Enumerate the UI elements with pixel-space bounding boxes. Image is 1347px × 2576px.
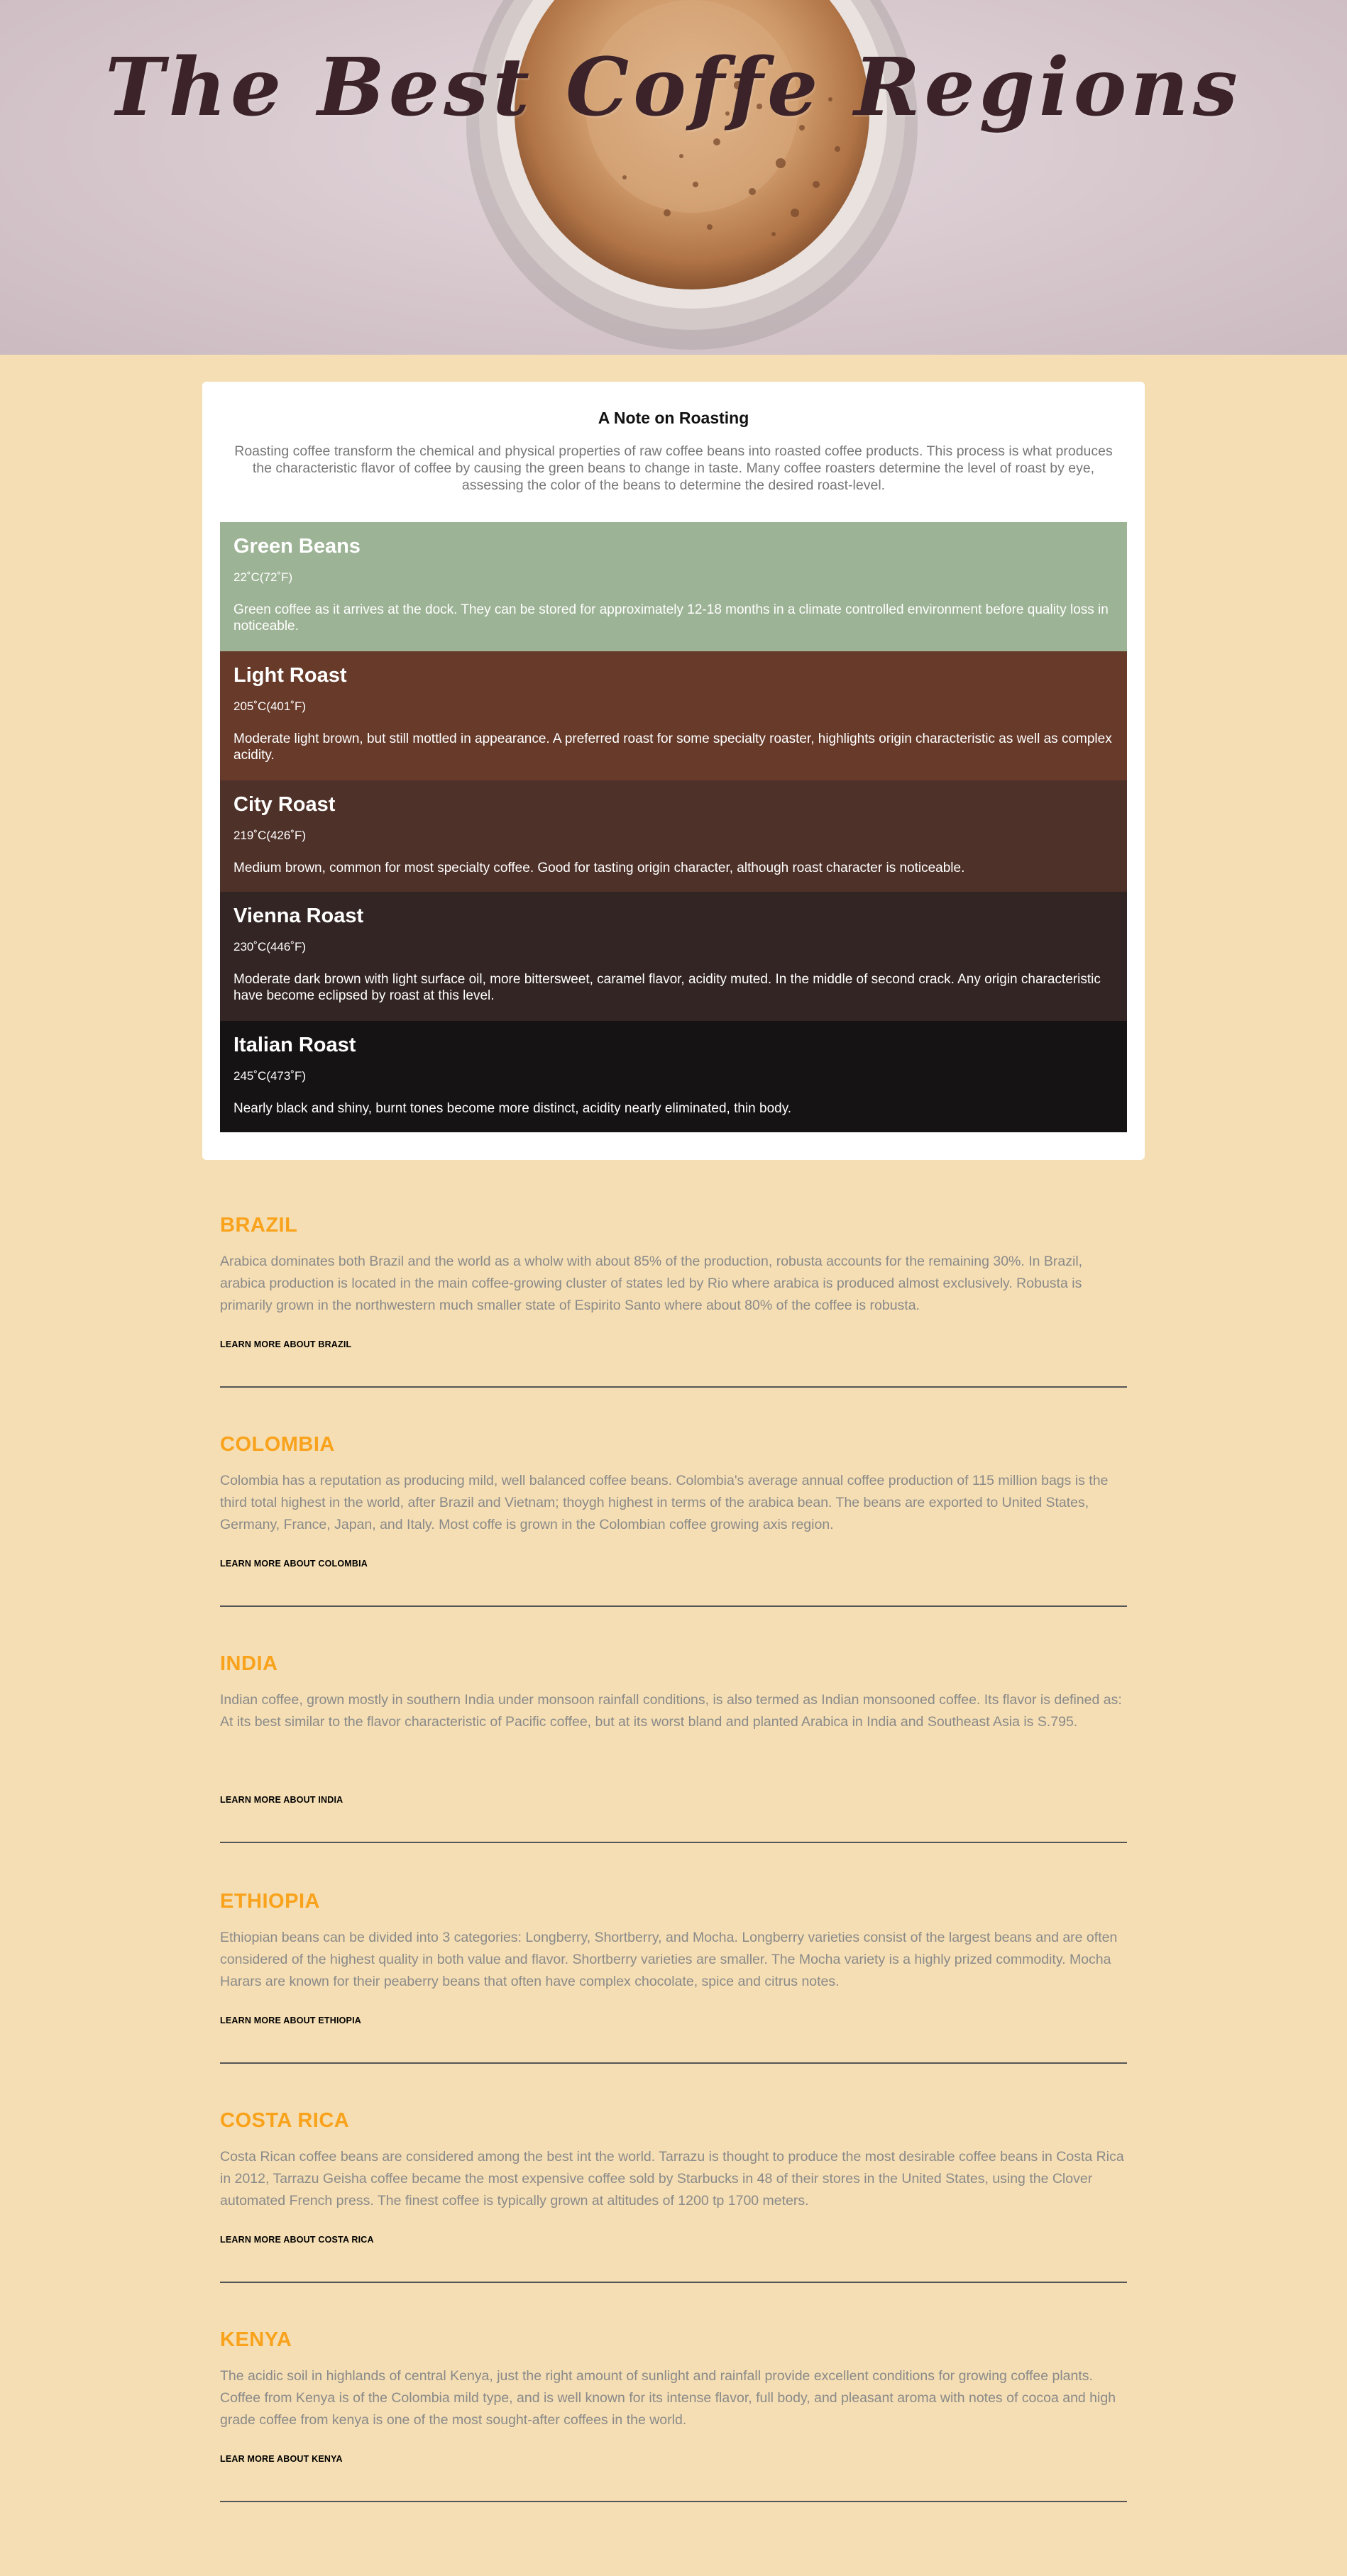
learn-more-colombia-link[interactable]: LEARN MORE ABOUT COLOMBIA (220, 1559, 368, 1569)
learn-more-costa-rica-link[interactable]: LEARN MORE ABOUT COSTA RICA (220, 2235, 374, 2245)
region-description: Arabica dominates both Brazil and the wo… (220, 1254, 1083, 1313)
stage-description: Moderate dark brown with light surface o… (233, 972, 1101, 1003)
roasting-intro: Roasting coffee transform the chemical a… (234, 443, 1113, 493)
stage-temperature: 205˚C(401˚F) (233, 700, 307, 713)
roasting-card: A Note on Roasting Roasting coffee trans… (202, 382, 1145, 1160)
stage-description: Nearly black and shiny, burnt tones beco… (233, 1101, 792, 1116)
stage-name: Italian Roast (233, 1034, 356, 1056)
section-divider (220, 1605, 1127, 1607)
region-heading: COLOMBIA (220, 1433, 335, 1456)
roasting-title: A Note on Roasting (598, 409, 749, 427)
learn-more-brazil-link[interactable]: LEARN MORE ABOUT BRAZIL (220, 1339, 351, 1349)
region-description: The acidic soil in highlands of central … (220, 2368, 1116, 2428)
stage-temperature: 245˚C(473˚F) (233, 1069, 307, 1083)
stage-name: Green Beans (233, 535, 361, 558)
stage-name: Vienna Roast (233, 905, 364, 927)
region-heading: KENYA (220, 2328, 292, 2351)
region-description: Costa Rican coffee beans are considered … (220, 2149, 1124, 2209)
stage-description: Green coffee as it arrives at the dock. … (233, 602, 1109, 634)
section-divider (220, 1842, 1127, 1843)
roast-stage-italian-roast: Italian Roast 245˚C(473˚F) Nearly black … (220, 1021, 1127, 1132)
region-ethiopia: ETHIOPIA Ethiopian beans can be divided … (220, 1890, 1127, 2067)
region-heading: INDIA (220, 1652, 278, 1675)
region-description: Indian coffee, grown mostly in southern … (220, 1692, 1122, 1730)
section-divider (220, 2282, 1127, 2283)
hero-banner: The Best Coffe Regions (0, 0, 1347, 355)
learn-more-ethiopia-link[interactable]: LEARN MORE ABOUT ETHIOPIA (220, 2016, 361, 2025)
page-title: The Best Coffe Regions (105, 41, 1242, 134)
region-colombia: COLOMBIA Colombia has a reputation as pr… (220, 1433, 1127, 1610)
roast-stage-list: Green Beans 22˚C(72˚F) Green coffee as i… (220, 522, 1127, 1132)
roast-stage-vienna-roast: Vienna Roast 230˚C(446˚F) Moderate dark … (220, 892, 1127, 1021)
roast-stage-city-roast: City Roast 219˚C(426˚F) Medium brown, co… (220, 780, 1127, 892)
section-divider (220, 2062, 1127, 2064)
stage-temperature: 219˚C(426˚F) (233, 829, 307, 842)
section-divider (220, 2501, 1127, 2502)
region-description: Ethiopian beans can be divided into 3 ca… (220, 1930, 1118, 1989)
learn-more-kenya-link[interactable]: LEAR MORE ABOUT KENYA (220, 2454, 343, 2464)
stage-temperature: 22˚C(72˚F) (233, 570, 293, 584)
roast-stage-green-beans: Green Beans 22˚C(72˚F) Green coffee as i… (220, 522, 1127, 651)
stage-name: Light Roast (233, 664, 347, 687)
region-kenya: KENYA The acidic soil in highlands of ce… (220, 2328, 1127, 2506)
region-india: INDIA Indian coffee, grown mostly in sou… (220, 1652, 1127, 1851)
region-heading: COSTA RICA (220, 2109, 350, 2132)
roast-stage-light-roast: Light Roast 205˚C(401˚F) Moderate light … (220, 651, 1127, 780)
stage-description: Medium brown, common for most specialty … (233, 861, 965, 875)
region-costa-rica: COSTA RICA Costa Rican coffee beans are … (220, 2109, 1127, 2287)
region-heading: BRAZIL (220, 1214, 298, 1237)
stage-description: Moderate light brown, but still mottled … (233, 731, 1112, 763)
learn-more-india-link[interactable]: LEARN MORE ABOUT INDIA (220, 1795, 343, 1805)
stage-temperature: 230˚C(446˚F) (233, 940, 307, 953)
region-description: Colombia has a reputation as producing m… (220, 1473, 1109, 1532)
region-brazil: BRAZIL Arabica dominates both Brazil and… (220, 1214, 1127, 1391)
region-heading: ETHIOPIA (220, 1890, 320, 1913)
section-divider (220, 1386, 1127, 1388)
stage-name: City Roast (233, 793, 336, 816)
